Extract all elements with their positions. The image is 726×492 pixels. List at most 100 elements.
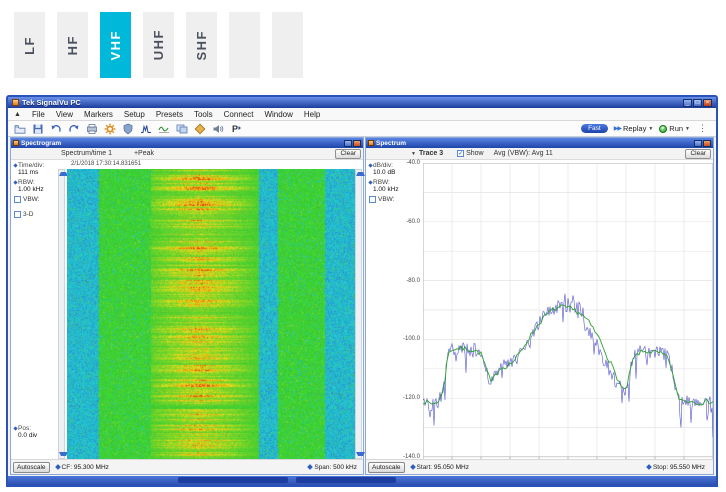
app-icon — [12, 99, 19, 106]
settings-gear-icon[interactable] — [103, 122, 116, 135]
span-value[interactable]: 500 kHz — [333, 464, 357, 471]
save-icon[interactable] — [31, 122, 44, 135]
spectrum-plot[interactable] — [423, 163, 713, 465]
minimize-icon[interactable]: _ — [683, 99, 692, 107]
autoscale-button[interactable]: Autoscale — [368, 462, 405, 473]
menu-file[interactable]: File — [32, 110, 45, 119]
tab-label: HF — [65, 35, 80, 55]
spectrum-titlebar[interactable]: Spectrum — [366, 138, 713, 148]
tab-empty-6[interactable] — [272, 12, 303, 78]
menu-markers[interactable]: Markers — [84, 110, 113, 119]
y-axis-tick-label: -120.0 — [398, 395, 420, 401]
scroll-down-icon[interactable] — [356, 452, 365, 456]
tab-label: LF — [22, 36, 37, 55]
panel-icon — [368, 140, 374, 146]
status-bar — [8, 476, 716, 485]
marker-diamond-icon — [410, 464, 416, 470]
audio-icon[interactable] — [211, 122, 224, 135]
scroll-up-icon[interactable] — [356, 172, 365, 176]
marker-diamond-icon — [13, 426, 17, 430]
vbw-checkbox-row: VBW: — [14, 196, 58, 203]
pos-setting[interactable]: Pos: 0.0 div — [14, 425, 37, 439]
status-segment — [296, 477, 396, 483]
menu-tools[interactable]: Tools — [194, 110, 213, 119]
spectrum-icon[interactable] — [139, 122, 152, 135]
menu-setup[interactable]: Setup — [124, 110, 145, 119]
shield-icon[interactable] — [121, 122, 134, 135]
marker-diamond-icon — [368, 163, 372, 167]
undo-icon[interactable] — [49, 122, 62, 135]
cf-value[interactable]: 95.300 MHz — [74, 464, 109, 471]
marker-diamond-icon — [307, 464, 313, 470]
marker-diamond-icon — [646, 464, 652, 470]
menu-connect[interactable]: Connect — [224, 110, 254, 119]
panel-icon — [13, 140, 19, 146]
window-titlebar[interactable]: Tek SignalVu PC _ □ × — [8, 97, 716, 108]
marker-diamond-icon — [13, 180, 17, 184]
tab-label: VHF — [108, 30, 123, 61]
menu-view[interactable]: View — [56, 110, 73, 119]
spectrogram-plot[interactable] — [67, 169, 355, 463]
presets-icon[interactable] — [193, 122, 206, 135]
tab-label: UHF — [151, 29, 166, 60]
trace-function[interactable]: Avg (VBW): Avg 11 — [494, 150, 553, 157]
close-icon[interactable]: × — [703, 99, 712, 107]
trace-selector[interactable]: Trace 3 — [419, 150, 443, 157]
open-folder-icon[interactable] — [13, 122, 26, 135]
vbw-checkbox[interactable] — [369, 196, 376, 203]
marker-diamond-icon — [13, 163, 17, 167]
panel-close-icon[interactable] — [353, 140, 361, 147]
3d-checkbox-row: 3-D — [14, 211, 58, 218]
detection-mode[interactable]: +Peak — [134, 150, 154, 157]
spectrogram-right-scrollbar[interactable] — [355, 169, 362, 459]
print-icon[interactable] — [85, 122, 98, 135]
replay-button[interactable]: ▶▶ Replay ▼ — [614, 124, 654, 133]
spectrogram-left-scrollbar[interactable] — [58, 169, 65, 459]
show-checkbox[interactable]: ✓ — [457, 150, 464, 157]
tab-shf[interactable]: SHF — [186, 12, 217, 78]
spectrogram-sidebar: Time/div: 111 ms RBW: 1.00 kHz VBW: — [11, 160, 58, 460]
spectrum-bottom-bar: Autoscale Start: 95.050 MHz Stop: 95.550… — [366, 459, 713, 474]
tab-vhf[interactable]: VHF — [100, 12, 131, 78]
start-value[interactable]: 95.050 MHz — [434, 464, 469, 471]
spectrum-sidebar: dB/div: 10.0 dB RBW: 1.00 kHz VBW: — [366, 160, 406, 460]
maximize-icon[interactable]: □ — [693, 99, 702, 107]
clear-button[interactable]: Clear — [685, 149, 711, 159]
spectrogram-titlebar[interactable]: Spectrogram — [11, 138, 363, 148]
app-menu-icon[interactable]: ▲ — [14, 111, 21, 118]
rbw-setting[interactable]: RBW: 1.00 kHz — [14, 179, 58, 193]
stop-value[interactable]: 95.550 MHz — [670, 464, 705, 471]
y-axis-tick-label: -80.0 — [398, 278, 420, 284]
time-div-setting[interactable]: Time/div: 111 ms — [14, 162, 58, 176]
vbw-checkbox[interactable] — [14, 196, 21, 203]
tab-empty-5[interactable] — [229, 12, 260, 78]
fast-button[interactable]: Fast — [581, 124, 608, 133]
marker-p-icon[interactable]: P — [229, 122, 242, 135]
marker-diamond-icon — [368, 180, 372, 184]
y-axis-tick-label: -40.0 — [398, 160, 420, 166]
panel-maximize-icon[interactable] — [694, 140, 702, 147]
replay-icon: ▶▶ — [614, 125, 621, 132]
tab-uhf[interactable]: UHF — [143, 12, 174, 78]
3d-checkbox[interactable] — [14, 211, 21, 218]
menu-help[interactable]: Help — [304, 110, 320, 119]
clear-button[interactable]: Clear — [335, 149, 361, 159]
rbw-setting[interactable]: RBW: 1.00 kHz — [369, 179, 406, 193]
trace-math-icon[interactable] — [157, 122, 170, 135]
redo-icon[interactable] — [67, 122, 80, 135]
autoscale-button[interactable]: Autoscale — [13, 462, 50, 473]
tab-hf[interactable]: HF — [57, 12, 88, 78]
overlay-icon[interactable] — [175, 122, 188, 135]
trace-selector[interactable]: Spectrum/time 1 — [61, 150, 112, 157]
panel-maximize-icon[interactable] — [344, 140, 352, 147]
tab-label: SHF — [194, 30, 209, 61]
toolbar: P Fast ▶▶ Replay ▼ ▸ Run ▼ ⋮ — [8, 121, 716, 137]
signalvu-window: Tek SignalVu PC _ □ × ▲ File View Markers S… — [6, 95, 718, 487]
more-options-icon[interactable]: ⋮ — [698, 123, 707, 134]
tab-lf[interactable]: LF — [14, 12, 45, 78]
chevron-down-icon: ▼ — [411, 151, 416, 157]
menu-window[interactable]: Window — [264, 110, 292, 119]
run-button[interactable]: ▸ Run ▼ — [659, 124, 690, 133]
panel-close-icon[interactable] — [703, 140, 711, 147]
menu-presets[interactable]: Presets — [156, 110, 183, 119]
